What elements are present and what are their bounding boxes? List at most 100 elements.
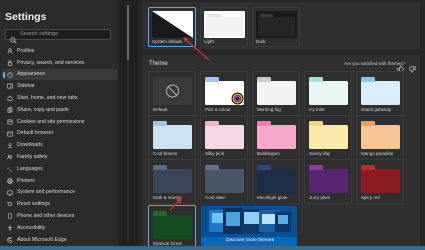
theme-preview-tab: [309, 121, 323, 126]
theme-card[interactable]: Mango paradise: [356, 115, 404, 160]
theme-card[interactable]: Default: [148, 71, 196, 116]
sidebar-item-download[interactable]: Downloads: [2, 139, 117, 151]
sidebar-item-sidebar[interactable]: Sidebar: [2, 80, 117, 92]
theme-preview: [205, 77, 244, 105]
sidebar-item-label: Appearance: [17, 71, 45, 78]
theme-preview: [257, 121, 296, 149]
theme-card[interactable]: Juicy plum: [304, 159, 352, 204]
system-default-preview: [152, 11, 193, 38]
sidebar-item-lock[interactable]: Privacy, search, and services: [2, 57, 117, 69]
sidebar-item-label: Downloads: [17, 142, 43, 149]
browser-icon: [7, 131, 13, 137]
theme-preview: [309, 165, 348, 193]
thumbs-down-icon[interactable]: [409, 60, 416, 73]
theme-preview-tab: [205, 77, 219, 82]
sidebar-item-family[interactable]: Family safety: [2, 151, 117, 163]
svg-text:A: A: [7, 167, 9, 171]
theme-card[interactable]: Cool slate: [200, 159, 248, 204]
mode-label: Dark: [256, 39, 266, 44]
theme-card[interactable]: Spicy red: [356, 159, 404, 204]
lock-icon: [7, 60, 13, 66]
theme-preview-body: [309, 81, 348, 105]
theme-label: Bubblegum: [257, 151, 280, 156]
theme-preview-body: [309, 169, 348, 193]
theme-card[interactable]: Pick a colour: [200, 71, 248, 116]
theme-card[interactable]: Morning fog: [252, 71, 300, 116]
sidebar-icon: [7, 83, 13, 89]
theme-preview-body: [205, 125, 244, 149]
reset-icon: [7, 201, 13, 207]
sidebar-item-reset[interactable]: Reset settings: [2, 198, 117, 210]
sidebar-item-profile[interactable]: Profiles: [2, 45, 117, 57]
mode-card-dark[interactable]: Dark: [252, 7, 300, 47]
theme-label: Cool slate: [205, 195, 226, 200]
accessibility-icon: [7, 225, 13, 231]
theme-card[interactable]: Sunny day: [304, 115, 352, 160]
sidebar-item-label: Sidebar: [17, 83, 35, 90]
theme-preview-body: [361, 169, 400, 193]
sidebar-item-label: Profiles: [17, 47, 35, 54]
search-input[interactable]: Search settings: [5, 29, 111, 44]
appearance-icon: [7, 72, 13, 78]
sidebar-item-appearance[interactable]: Appearance: [2, 68, 117, 81]
theme-section-title: Theme: [149, 61, 168, 67]
sidebar-item-phone[interactable]: Phone and other devices: [2, 210, 117, 222]
theme-label: Morning fog: [257, 107, 281, 112]
theme-label: Island getaway: [361, 107, 392, 112]
theme-preview-body: [153, 169, 192, 193]
dark-preview: [256, 11, 297, 38]
theme-preview-body: [257, 125, 296, 149]
download-icon: [7, 142, 13, 149]
discover-themes-button[interactable]: Discover more themes: [201, 206, 297, 246]
scrollbar-thumb[interactable]: [127, 5, 129, 60]
theme-preview: [205, 165, 244, 193]
appearance-panel: System default Light Dark Theme Are you …: [138, 0, 425, 250]
theme-preview-body: [361, 125, 400, 149]
annotation-arrow-mystical-forest: [169, 198, 182, 211]
theme-preview-body: [153, 125, 192, 149]
sidebar-item-language[interactable]: Aa Languages: [2, 163, 117, 175]
theme-label: Juicy plum: [309, 195, 331, 200]
sidebar-item-accessibility[interactable]: Accessibility: [2, 222, 117, 234]
theme-label: Default: [153, 107, 168, 112]
theme-card[interactable]: Island getaway: [356, 71, 404, 116]
sidebar-item-share[interactable]: Share, copy and paste: [2, 104, 117, 116]
theme-card[interactable]: Icy mint: [304, 71, 352, 116]
sidebar-item-cookie[interactable]: Cookies and site permissions: [2, 116, 117, 128]
theme-label: Spicy red: [361, 195, 380, 200]
theme-preview-body: [205, 169, 244, 193]
cookie-icon: [7, 119, 13, 125]
sidebar-item-label: Reset settings: [17, 201, 50, 208]
sidebar-item-label: Share, copy and paste: [17, 106, 69, 113]
theme-card[interactable]: Bubblegum: [252, 115, 300, 160]
theme-preview-tab: [309, 165, 323, 170]
sidebar-item-edge[interactable]: About Microsoft Edge: [2, 234, 117, 246]
theme-preview-tab: [257, 77, 271, 82]
thumbs-up-icon[interactable]: [397, 59, 404, 72]
theme-preview: [153, 211, 192, 239]
theme-label: Icy mint: [309, 107, 325, 112]
theme-preview: [361, 121, 400, 149]
sidebar-item-home[interactable]: Start, home, and new tabs: [2, 92, 117, 104]
sidebar-item-label: Start, home, and new tabs: [17, 95, 78, 102]
discover-collage-image: [201, 206, 297, 237]
theme-card[interactable]: Cool breeze: [148, 115, 196, 160]
sidebar-item-printer[interactable]: Printers: [2, 175, 117, 187]
sidebar-item-label: Accessibility: [17, 224, 46, 231]
sidebar-item-label: Privacy, search, and services: [17, 59, 85, 66]
theme-label: Cool breeze: [153, 151, 178, 156]
theme-preview-tab: [361, 121, 375, 126]
sidebar-item-browser[interactable]: Default browser: [2, 128, 117, 140]
sidebar-item-system[interactable]: System and performance: [2, 187, 117, 199]
mode-label: System default: [152, 39, 182, 44]
theme-preview: [361, 165, 400, 193]
theme-label: Sunny day: [309, 151, 331, 156]
theme-card[interactable]: Moonlight glow: [252, 159, 300, 204]
theme-label: Silky pink: [205, 151, 225, 156]
theme-card[interactable]: Silky pink: [200, 115, 248, 160]
sidebar-item-label: Default browser: [17, 130, 54, 137]
theme-preview: [153, 165, 192, 193]
svg-text:a: a: [10, 168, 12, 172]
phone-icon: [7, 213, 13, 219]
default-theme-icon: [153, 77, 192, 105]
